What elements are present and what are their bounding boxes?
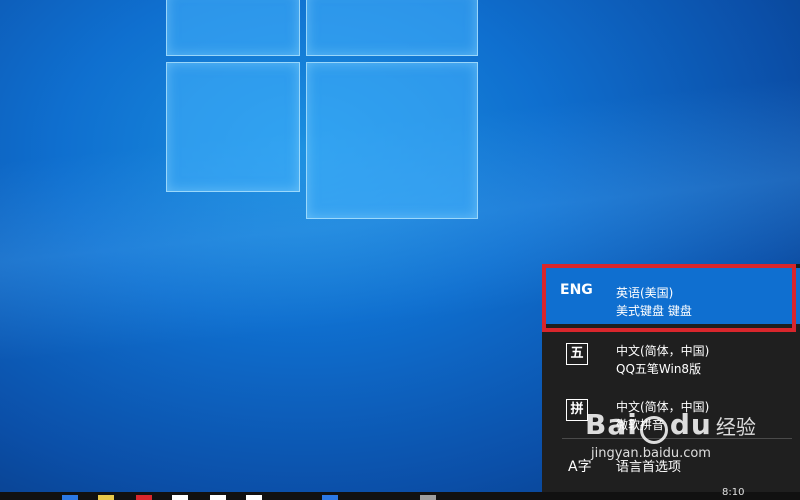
- taskbar: [0, 492, 800, 500]
- keyboard-layout: QQ五笔Win8版: [616, 362, 702, 376]
- watermark-brand-left: Bai: [585, 408, 638, 441]
- windows-logo-pane: [166, 0, 300, 56]
- windows-logo-pane: [306, 0, 478, 56]
- keyboard-layout: 美式键盘 键盘: [616, 304, 692, 318]
- watermark-url: jingyan.baidu.com: [591, 445, 711, 461]
- baidu-paw-icon: [639, 415, 668, 444]
- watermark-brand-right: du: [669, 408, 712, 441]
- input-language-flyout: ENG 英语(美国) 美式键盘 键盘 五 中文(简体，中国) QQ五笔Win8版…: [542, 264, 800, 500]
- taskbar-app-icon[interactable]: [172, 495, 188, 500]
- baidu-jingyan-watermark: Bai du 经验 jingyan.baidu.com: [585, 408, 756, 461]
- language-name: 英语(美国): [616, 286, 674, 300]
- taskbar-app-icon[interactable]: [62, 495, 78, 500]
- taskbar-app-icon[interactable]: [210, 495, 226, 500]
- language-name: 中文(简体，中国): [616, 344, 710, 358]
- taskbar-app-icon[interactable]: [420, 495, 436, 500]
- language-item-english-us[interactable]: ENG 英语(美国) 美式键盘 键盘: [542, 268, 800, 324]
- taskbar-app-icon[interactable]: [136, 495, 152, 500]
- taskbar-app-icon[interactable]: [98, 495, 114, 500]
- taskbar-clock[interactable]: 8:10: [722, 487, 744, 498]
- taskbar-app-icon[interactable]: [246, 495, 262, 500]
- language-item-chinese-wubi[interactable]: 五 中文(简体，中国) QQ五笔Win8版: [542, 326, 800, 382]
- language-abbr: ENG: [560, 282, 593, 298]
- windows-logo-pane: [166, 62, 300, 192]
- watermark-jingyan-text: 经验: [715, 415, 756, 439]
- taskbar-app-icon[interactable]: [322, 495, 338, 500]
- wubi-ime-icon: 五: [566, 343, 588, 365]
- windows-logo-pane: [306, 62, 478, 219]
